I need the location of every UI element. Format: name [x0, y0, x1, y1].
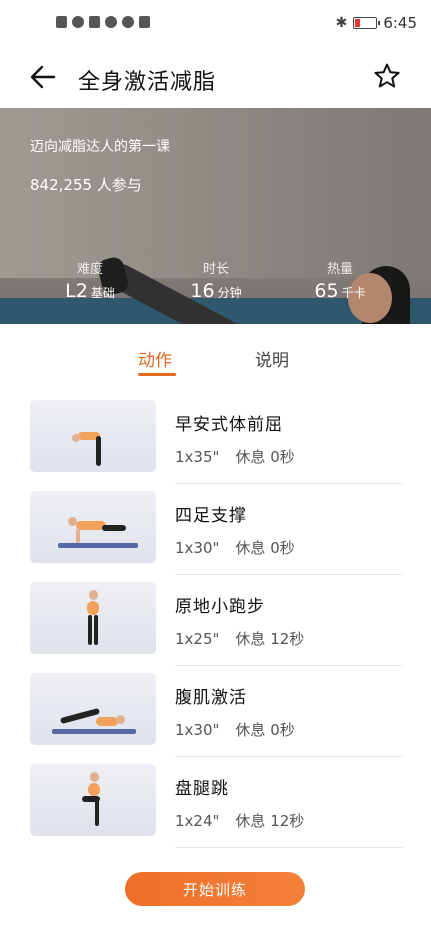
stat-label: 热量 — [326, 262, 353, 277]
exercise-item[interactable]: 四足支撑 1x30" 休息 0秒 — [0, 487, 431, 577]
divider — [175, 847, 403, 848]
hero-subtitle: 迈向减脂达人的第一课 — [30, 139, 170, 155]
exercise-meta: 1x35" 休息 0秒 — [175, 448, 295, 466]
shield-icon — [105, 16, 117, 28]
status-bar: ✱ 6:45 — [0, 0, 431, 52]
stat-value: L2 基础 — [65, 280, 115, 302]
divider — [175, 756, 403, 757]
participant-count: 842,255 人参与 — [30, 176, 142, 194]
exercise-item[interactable]: 腹肌激活 1x30" 休息 0秒 — [0, 669, 431, 759]
exercise-meta: 1x25" 休息 12秒 — [175, 630, 305, 648]
exercise-thumbnail — [30, 400, 156, 472]
exercise-thumbnail — [30, 764, 156, 836]
back-arrow-icon[interactable] — [28, 62, 58, 92]
sim-icon — [56, 16, 67, 28]
divider — [175, 483, 403, 484]
exercise-meta: 1x30" 休息 0秒 — [175, 721, 295, 739]
hero-banner: 迈向减脂达人的第一课 842,255 人参与 难度 L2 基础 时长 16 分钟 热… — [0, 108, 431, 324]
exercise-thumbnail — [30, 491, 156, 563]
exercise-meta: 1x30" 休息 0秒 — [175, 539, 295, 557]
heart-icon — [122, 16, 134, 28]
tab-bar: 动作 说明 — [0, 324, 431, 384]
status-icons-right: ✱ 6:45 — [336, 14, 417, 32]
stat-label: 时长 — [202, 262, 229, 277]
tab-actions[interactable]: 动作 — [138, 346, 172, 371]
exercise-thumbnail — [30, 582, 156, 654]
tab-description[interactable]: 说明 — [255, 346, 289, 371]
exercise-name: 早安式体前屈 — [175, 415, 283, 435]
stat-value: 65 千卡 — [314, 280, 366, 302]
stat-difficulty: 难度 L2 基础 — [40, 258, 140, 302]
wifi-icon — [72, 16, 84, 28]
notification-icon — [89, 16, 100, 28]
exercise-name: 腹肌激活 — [175, 688, 247, 708]
favorite-star-icon[interactable] — [373, 62, 401, 90]
bluetooth-icon: ✱ — [335, 15, 348, 31]
stat-label: 难度 — [76, 262, 103, 277]
stat-calories: 热量 65 千卡 — [290, 258, 390, 302]
exercise-name: 四足支撑 — [175, 506, 247, 526]
divider — [175, 574, 403, 575]
status-time: 6:45 — [383, 14, 417, 32]
start-training-button[interactable]: 开始训练 — [125, 872, 305, 906]
exercise-thumbnail — [30, 673, 156, 745]
exercise-item[interactable]: 原地小跑步 1x25" 休息 12秒 — [0, 578, 431, 668]
exercise-meta: 1x24" 休息 12秒 — [175, 812, 305, 830]
active-tab-indicator — [138, 373, 176, 376]
stat-value: 16 分钟 — [190, 280, 242, 302]
status-icons-left — [56, 16, 150, 28]
exercise-item[interactable]: 盘腿跳 1x24" 休息 12秒 — [0, 760, 431, 850]
stat-duration: 时长 16 分钟 — [166, 258, 266, 302]
app-icon — [139, 16, 150, 28]
battery-icon — [353, 17, 381, 29]
exercise-name: 原地小跑步 — [175, 597, 265, 617]
page-title: 全身激活减脂 — [78, 70, 217, 95]
exercise-item[interactable]: 早安式体前屈 1x35" 休息 0秒 — [0, 396, 431, 486]
divider — [175, 665, 403, 666]
exercise-name: 盘腿跳 — [175, 779, 229, 799]
app-header: 全身激活减脂 — [0, 52, 431, 108]
